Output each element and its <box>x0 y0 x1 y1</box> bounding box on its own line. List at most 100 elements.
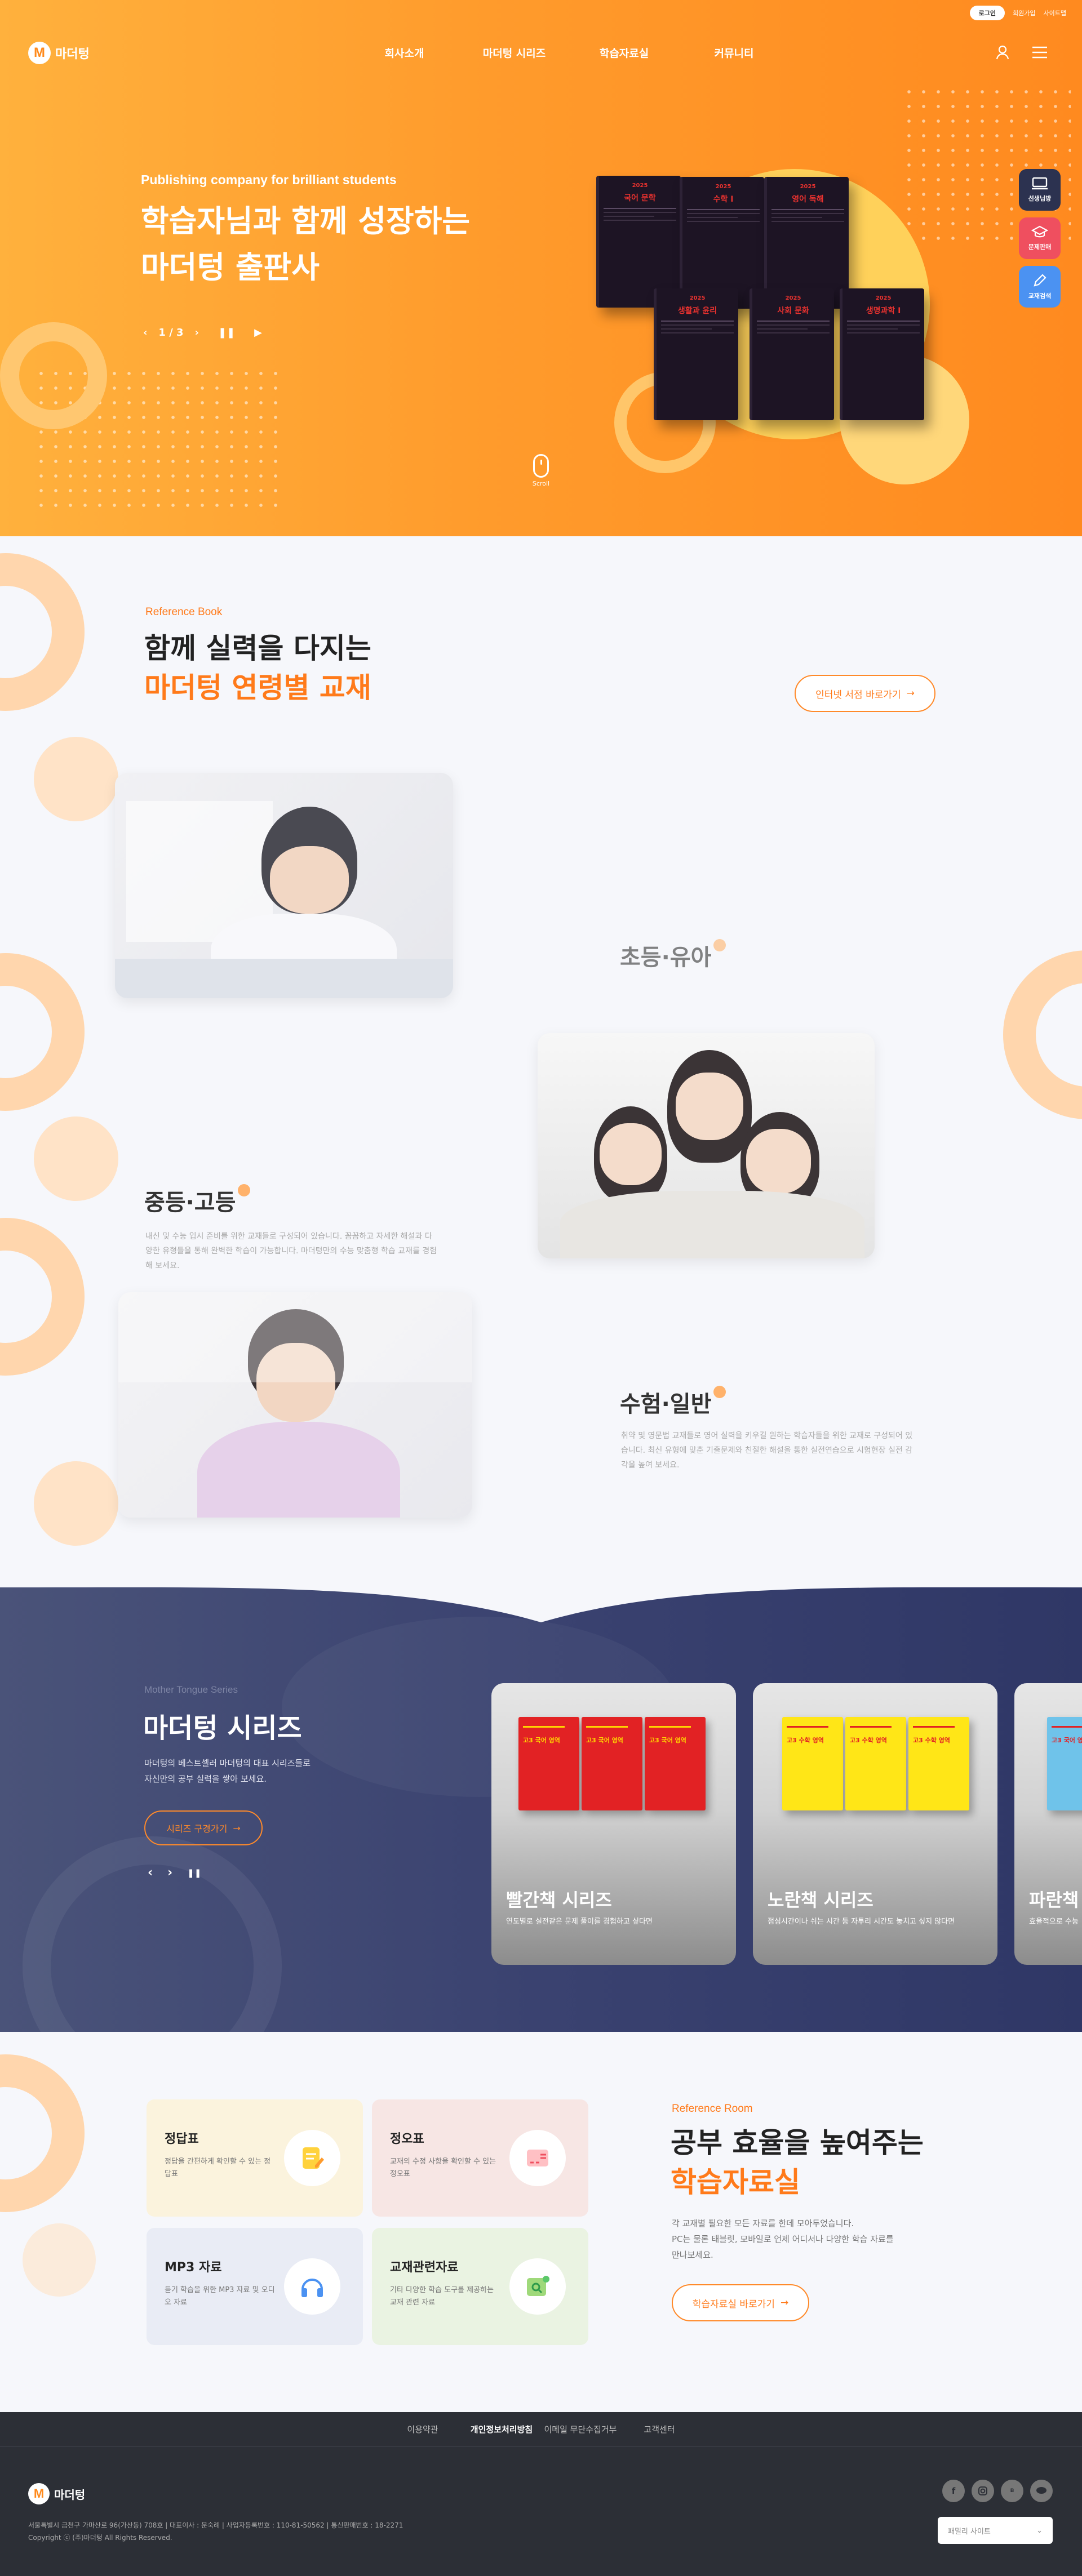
deco-ring <box>1003 950 1082 1119</box>
quick-label: 문제판매 <box>1028 243 1052 251</box>
book-cover: 2025 사회 문화 <box>750 288 834 420</box>
chat-icon[interactable] <box>1030 2480 1053 2502</box>
book-year: 2025 <box>785 295 801 301</box>
company-info: 서울특별시 금천구 가마산로 96(가산동) 708호 | 대표이사 : 문숙례… <box>28 2519 403 2544</box>
resource-card-errata[interactable]: 정오표 교재의 수정 사항을 확인할 수 있는 정오표 <box>372 2099 588 2217</box>
book-title: 수학 I <box>713 195 734 204</box>
logo-text: 마더텅 <box>54 2488 86 2502</box>
menu-icon[interactable] <box>1031 44 1048 61</box>
book-title: 고3 국어 영역 <box>649 1737 686 1744</box>
category-title-text: 수험·일반 <box>620 1391 712 1417</box>
book-cover: 2025 생명과학 I <box>840 288 924 420</box>
book-cover: 고3 수학 영역 <box>845 1717 906 1810</box>
resource-card-materials[interactable]: 교재관련자료 기타 다양한 학습 도구를 제공하는 교재 관련 자료 <box>372 2228 588 2345</box>
section-title-line: 학습자료실 <box>671 2166 800 2199</box>
book-title: 영어 독해 <box>792 195 824 204</box>
hero-slider-controls: ‹ 1 / 3 › ❚❚ ▶ <box>143 327 262 339</box>
nav-item-company[interactable]: 회사소개 <box>349 45 459 60</box>
deco-ring <box>0 322 107 429</box>
card-desc: 효율적으로 수능 <box>1029 1917 1079 1926</box>
deco-circle <box>34 1461 118 1546</box>
blog-icon[interactable]: B <box>1001 2480 1023 2502</box>
reference-room-button[interactable]: 학습자료실 바로가기 → <box>672 2284 809 2321</box>
section-label: Reference Book <box>145 606 223 618</box>
quick-store-button[interactable]: 문제판매 <box>1019 217 1061 259</box>
footer-link-support[interactable]: 고객센터 <box>620 2423 699 2435</box>
deco-circle <box>23 2223 96 2297</box>
button-label: 시리즈 구경가기 <box>166 1823 228 1834</box>
book-title: 고3 국어 영역 <box>523 1737 560 1744</box>
section-desc-line: 자신만의 공부 실력을 쌓아 보세요. <box>144 1774 267 1784</box>
section-title: 공부 효율을 높여주는 학습자료실 <box>671 2123 924 2202</box>
prev-arrow-icon[interactable]: ‹ <box>148 1866 153 1880</box>
footer-link-email[interactable]: 이메일 무단수집거부 <box>541 2423 620 2435</box>
quick-teacher-button[interactable]: 선생님방 <box>1019 169 1061 211</box>
logo-mark: M <box>28 42 51 64</box>
pause-icon[interactable]: ❚❚ <box>187 1866 201 1880</box>
login-link[interactable]: 로그인 <box>969 6 1005 20</box>
quick-label: 선생님방 <box>1028 195 1052 202</box>
photo-elementary-student <box>115 773 453 998</box>
book-title: 생활과 윤리 <box>677 306 717 315</box>
book-cover: 2025 국어 문학 <box>596 176 681 308</box>
online-store-button[interactable]: 인터넷 서점 바로가기 → <box>795 675 935 712</box>
nav-item-reference[interactable]: 학습자료실 <box>569 45 679 60</box>
section-title: 함께 실력을 다지는 마더텅 연령별 교재 <box>144 629 371 708</box>
arrow-right-icon: → <box>780 2297 789 2308</box>
user-icon[interactable] <box>994 44 1011 61</box>
chevron-down-icon: ⌄ <box>1036 2526 1043 2535</box>
category-title-text: 초등·유아 <box>620 945 712 971</box>
footer-link-terms[interactable]: 이용약관 <box>383 2423 462 2435</box>
join-link[interactable]: 회원가입 <box>1013 8 1035 17</box>
photo-middle-high-students <box>538 1033 875 1258</box>
card-desc: 듣기 학습을 위한 MP3 자료 및 오디오 자료 <box>165 2286 275 2307</box>
instagram-icon[interactable] <box>972 2480 994 2502</box>
pause-icon[interactable]: ❚❚ <box>218 327 235 339</box>
resource-card-answers[interactable]: 정답표 정답을 간편하게 확인할 수 있는 정답표 <box>147 2099 363 2217</box>
resource-card-mp3[interactable]: MP3 자료 듣기 학습을 위한 MP3 자료 및 오디오 자료 <box>147 2228 363 2345</box>
nav-item-community[interactable]: 커뮤니티 <box>679 45 789 60</box>
footer-logo[interactable]: M 마더텅 <box>28 2483 85 2504</box>
errata-icon <box>509 2130 566 2186</box>
card-desc: 교재의 수정 사항을 확인할 수 있는 정오표 <box>390 2157 496 2178</box>
answer-sheet-icon <box>284 2130 340 2186</box>
graduation-cap-icon <box>1031 225 1048 238</box>
category-title: 수험·일반 <box>620 1386 726 1418</box>
quick-search-button[interactable]: 교재검색 <box>1019 266 1061 308</box>
deco-ring <box>0 953 85 1111</box>
quick-label: 교재검색 <box>1028 292 1052 300</box>
photo-adult-learner <box>118 1292 472 1518</box>
book-title: 고3 수학 영역 <box>787 1737 824 1744</box>
reference-book-section: Reference Book 함께 실력을 다지는 마더텅 연령별 교재 인터넷… <box>0 536 1082 1583</box>
logo[interactable]: M 마더텅 <box>28 42 90 64</box>
facebook-icon[interactable]: f <box>942 2480 965 2502</box>
scroll-indicator[interactable]: Scroll <box>530 454 552 491</box>
section-desc: 각 교재별 필요한 모든 자료를 한데 모아두었습니다. PC는 물론 태블릿,… <box>672 2215 894 2263</box>
series-browse-button[interactable]: 시리즈 구경가기 → <box>144 1810 263 1845</box>
utility-bar: 로그인 회원가입 사이트맵 <box>969 0 1066 26</box>
book-cover: 고3 국어 영역 <box>582 1717 642 1810</box>
footer-link-privacy[interactable]: 개인정보처리방침 <box>462 2423 541 2435</box>
play-icon[interactable]: ▶ <box>254 327 262 339</box>
deco-ring <box>0 1218 85 1376</box>
next-arrow-icon[interactable]: › <box>195 327 199 339</box>
card-title: 파란책 시리즈 <box>1029 1889 1082 1911</box>
monitor-icon <box>1032 177 1048 190</box>
sweater-shape <box>197 1422 400 1518</box>
nav-item-series[interactable]: 마더텅 시리즈 <box>459 45 569 60</box>
card-desc: 점심시간이나 쉬는 시간 등 자투리 시간도 놓치고 싶지 않다면 <box>768 1917 955 1926</box>
family-site-select[interactable]: 패밀리 사이트 ⌄ <box>938 2517 1053 2544</box>
series-card-red[interactable]: 고3 국어 영역 고3 국어 영역 고3 국어 영역 빨간책 시리즈 연도별로 … <box>491 1683 736 1965</box>
prev-arrow-icon[interactable]: ‹ <box>143 327 147 339</box>
book-cover: 2025 생활과 윤리 <box>654 288 738 420</box>
next-arrow-icon[interactable]: › <box>167 1866 172 1880</box>
series-card-yellow[interactable]: 고3 수학 영역 고3 수학 영역 고3 수학 영역 노란책 시리즈 점심시간이… <box>753 1683 997 1965</box>
sitemap-link[interactable]: 사이트맵 <box>1044 8 1066 17</box>
card-desc: 정답을 간편하게 확인할 수 있는 정답표 <box>165 2157 271 2178</box>
social-links: f B <box>942 2480 1053 2502</box>
series-card-blue[interactable]: 고3 국어 영역 파란책 시리즈 효율적으로 수능 <box>1014 1683 1082 1965</box>
card-desc: 연도별로 실전같은 문제 풀이를 경험하고 싶다면 <box>506 1917 653 1926</box>
card-title: 노란책 시리즈 <box>768 1889 873 1911</box>
logo-text: 마더텅 <box>55 47 90 61</box>
book-title: 고3 국어 영역 <box>586 1737 623 1744</box>
